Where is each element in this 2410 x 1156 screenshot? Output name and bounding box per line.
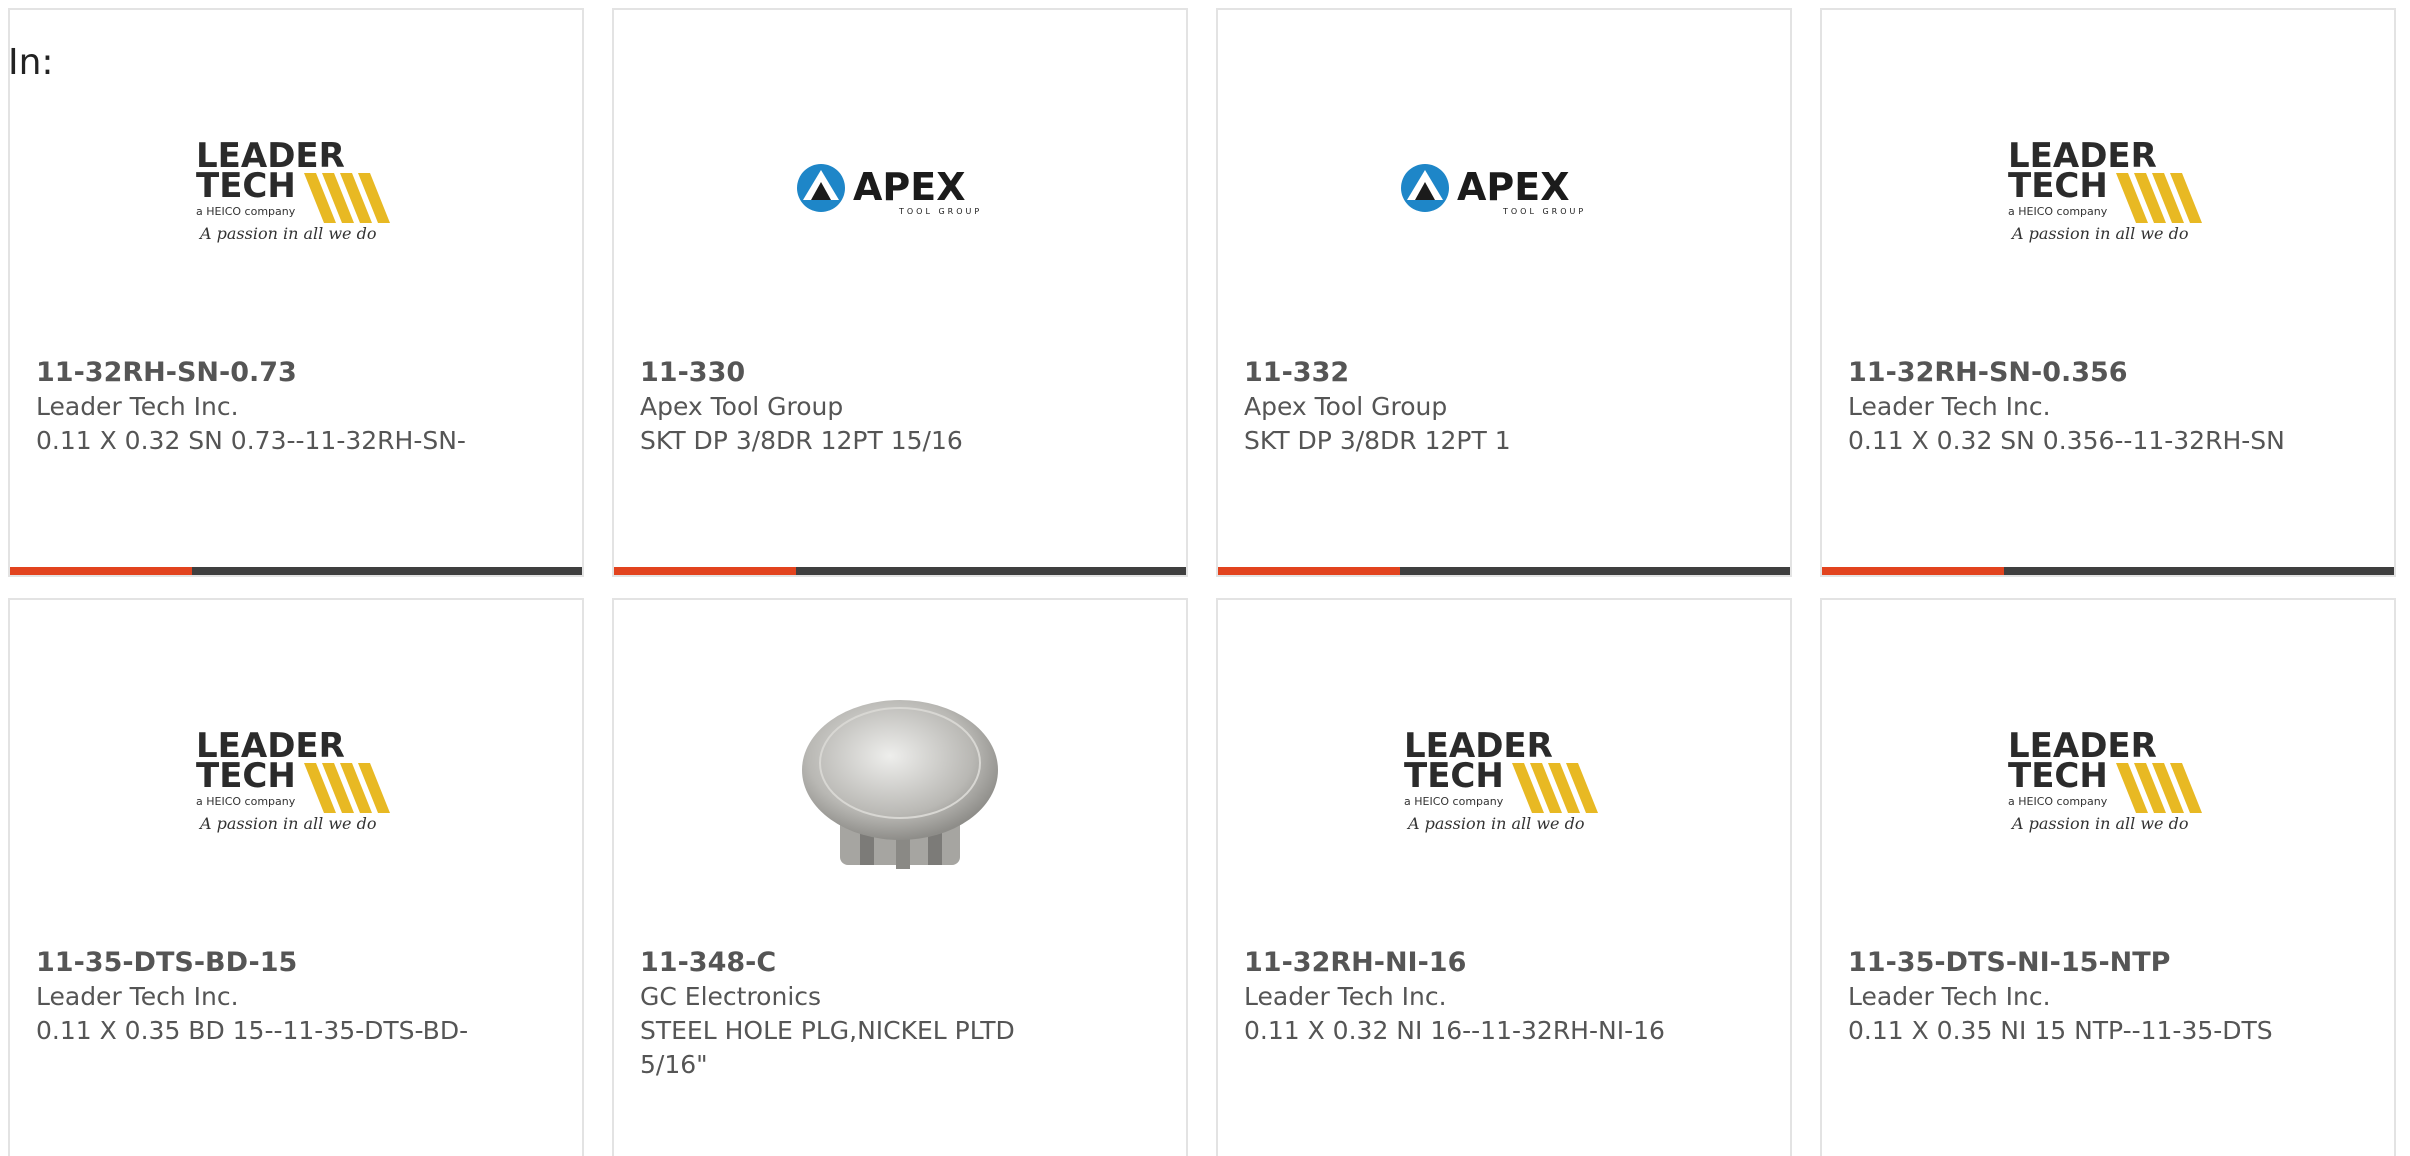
manufacturer-name: Leader Tech Inc. bbox=[1848, 392, 2051, 421]
svg-text:TECH: TECH bbox=[1404, 756, 1504, 796]
product-card[interactable]: LEADER TECH a HEICO company A passion in… bbox=[8, 8, 584, 577]
product-image[interactable] bbox=[614, 670, 1186, 890]
product-image[interactable]: LEADER TECH a HEICO company A passion in… bbox=[1822, 670, 2394, 890]
part-number-link[interactable]: 11-32RH-SN-0.356 bbox=[1848, 356, 2288, 390]
svg-text:a HEICO company: a HEICO company bbox=[1404, 795, 1504, 808]
part-number-link[interactable]: 11-35-DTS-NI-15-NTP bbox=[1848, 946, 2288, 980]
svg-text:APEX: APEX bbox=[1457, 165, 1570, 209]
svg-text:APEX: APEX bbox=[853, 165, 966, 209]
product-info: 11-35-DTS-BD-15 Leader Tech Inc. 0.11 X … bbox=[36, 946, 476, 1048]
svg-text:a HEICO company: a HEICO company bbox=[2008, 795, 2108, 808]
product-description: STEEL HOLE PLG,NICKEL PLTD 5/16" bbox=[640, 1016, 1015, 1079]
product-info: 11-32RH-SN-0.73 Leader Tech Inc. 0.11 X … bbox=[36, 356, 476, 458]
svg-text:a HEICO company: a HEICO company bbox=[196, 205, 296, 218]
part-number-link[interactable]: 11-32RH-SN-0.73 bbox=[36, 356, 476, 390]
product-description: 0.11 X 0.35 BD 15--11-35-DTS-BD- bbox=[36, 1016, 469, 1045]
card-progress-accent bbox=[614, 567, 796, 575]
part-number-link[interactable]: 11-35-DTS-BD-15 bbox=[36, 946, 476, 980]
card-progress-bar bbox=[10, 567, 582, 575]
svg-text:TECH: TECH bbox=[196, 166, 296, 206]
product-description: SKT DP 3/8DR 12PT 1 bbox=[1244, 426, 1511, 455]
part-number-link[interactable]: 11-348-C bbox=[640, 946, 1080, 980]
manufacturer-name: Leader Tech Inc. bbox=[1848, 982, 2051, 1011]
leader-tech-logo-icon: LEADER TECH a HEICO company A passion in… bbox=[2008, 136, 2202, 243]
leader-tech-logo-icon: LEADER TECH a HEICO company A passion in… bbox=[1404, 726, 1598, 833]
manufacturer-name: Leader Tech Inc. bbox=[1244, 982, 1447, 1011]
card-progress-bar bbox=[614, 567, 1186, 575]
card-progress-bar bbox=[1218, 567, 1790, 575]
in-label: In: bbox=[8, 42, 54, 83]
product-description: 0.11 X 0.32 SN 0.356--11-32RH-SN bbox=[1848, 426, 2285, 455]
product-card[interactable]: APEX TOOL GROUP 11-330 Apex Tool Group S… bbox=[612, 8, 1188, 577]
hole-plug-photo-icon bbox=[802, 700, 998, 869]
leader-tech-logo-icon: LEADER TECH a HEICO company A passion in… bbox=[2008, 726, 2202, 833]
product-card[interactable]: APEX TOOL GROUP 11-332 Apex Tool Group S… bbox=[1216, 8, 1792, 577]
svg-text:TECH: TECH bbox=[2008, 166, 2108, 206]
svg-text:TECH: TECH bbox=[196, 756, 296, 796]
product-image[interactable]: LEADER TECH a HEICO company A passion in… bbox=[1822, 80, 2394, 300]
product-card[interactable]: LEADER TECH a HEICO company A passion in… bbox=[8, 598, 584, 1156]
product-card[interactable]: LEADER TECH a HEICO company A passion in… bbox=[1820, 598, 2396, 1156]
part-number-link[interactable]: 11-32RH-NI-16 bbox=[1244, 946, 1684, 980]
svg-text:TOOL GROUP: TOOL GROUP bbox=[1502, 207, 1586, 216]
leader-tech-logo-icon: LEADER TECH a HEICO company A passion in… bbox=[196, 136, 390, 243]
product-image[interactable]: APEX TOOL GROUP bbox=[1218, 80, 1790, 300]
product-image[interactable]: LEADER TECH a HEICO company A passion in… bbox=[10, 80, 582, 300]
product-info: 11-330 Apex Tool Group SKT DP 3/8DR 12PT… bbox=[640, 356, 1080, 458]
part-number-link[interactable]: 11-332 bbox=[1244, 356, 1684, 390]
product-card[interactable]: 11-348-C GC Electronics STEEL HOLE PLG,N… bbox=[612, 598, 1188, 1156]
product-info: 11-35-DTS-NI-15-NTP Leader Tech Inc. 0.1… bbox=[1848, 946, 2288, 1048]
product-image[interactable]: APEX TOOL GROUP bbox=[614, 80, 1186, 300]
product-image[interactable]: LEADER TECH a HEICO company A passion in… bbox=[10, 670, 582, 890]
manufacturer-name: Apex Tool Group bbox=[1244, 392, 1448, 421]
card-progress-bar bbox=[1822, 567, 2394, 575]
svg-text:A passion in all we do: A passion in all we do bbox=[198, 814, 376, 833]
manufacturer-name: GC Electronics bbox=[640, 982, 822, 1011]
product-description: 0.11 X 0.32 NI 16--11-32RH-NI-16 bbox=[1244, 1016, 1665, 1045]
card-progress-accent bbox=[1218, 567, 1400, 575]
product-info: 11-32RH-SN-0.356 Leader Tech Inc. 0.11 X… bbox=[1848, 356, 2288, 458]
product-info: 11-332 Apex Tool Group SKT DP 3/8DR 12PT… bbox=[1244, 356, 1684, 458]
product-description: 0.11 X 0.32 SN 0.73--11-32RH-SN- bbox=[36, 426, 466, 455]
svg-text:A passion in all we do: A passion in all we do bbox=[2010, 224, 2188, 243]
manufacturer-name: Apex Tool Group bbox=[640, 392, 844, 421]
product-grid-page: In: LEADER TECH a HEICO company A passio… bbox=[0, 0, 2410, 1156]
card-progress-accent bbox=[1822, 567, 2004, 575]
apex-logo-icon: APEX TOOL GROUP bbox=[1401, 164, 1586, 216]
card-progress-accent bbox=[10, 567, 192, 575]
apex-logo-icon: APEX TOOL GROUP bbox=[797, 164, 982, 216]
svg-text:A passion in all we do: A passion in all we do bbox=[198, 224, 376, 243]
product-card[interactable]: LEADER TECH a HEICO company A passion in… bbox=[1216, 598, 1792, 1156]
part-number-link[interactable]: 11-330 bbox=[640, 356, 1080, 390]
product-description: 0.11 X 0.35 NI 15 NTP--11-35-DTS bbox=[1848, 1016, 2273, 1045]
product-info: 11-32RH-NI-16 Leader Tech Inc. 0.11 X 0.… bbox=[1244, 946, 1684, 1048]
svg-text:A passion in all we do: A passion in all we do bbox=[2010, 814, 2188, 833]
leader-tech-logo-icon: LEADER TECH a HEICO company A passion in… bbox=[196, 726, 390, 833]
svg-text:a HEICO company: a HEICO company bbox=[196, 795, 296, 808]
manufacturer-name: Leader Tech Inc. bbox=[36, 392, 239, 421]
svg-text:TOOL GROUP: TOOL GROUP bbox=[898, 207, 982, 216]
manufacturer-name: Leader Tech Inc. bbox=[36, 982, 239, 1011]
svg-text:TECH: TECH bbox=[2008, 756, 2108, 796]
product-info: 11-348-C GC Electronics STEEL HOLE PLG,N… bbox=[640, 946, 1080, 1082]
svg-text:A passion in all we do: A passion in all we do bbox=[1406, 814, 1584, 833]
product-card[interactable]: LEADER TECH a HEICO company A passion in… bbox=[1820, 8, 2396, 577]
svg-text:a HEICO company: a HEICO company bbox=[2008, 205, 2108, 218]
product-image[interactable]: LEADER TECH a HEICO company A passion in… bbox=[1218, 670, 1790, 890]
product-description: SKT DP 3/8DR 12PT 15/16 bbox=[640, 426, 963, 455]
